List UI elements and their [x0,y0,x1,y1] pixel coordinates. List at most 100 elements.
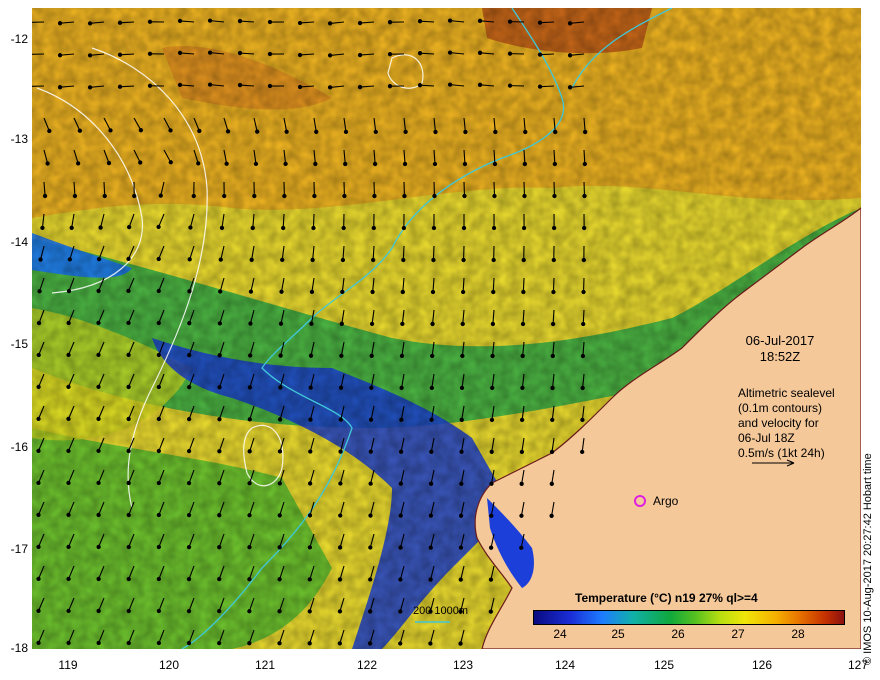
velocity-arrowhead [308,353,314,358]
velocity-arrowhead [237,18,243,24]
velocity-arrowhead [417,83,423,88]
velocity-arrowhead [158,193,163,198]
velocity-arrowhead [36,544,41,550]
date-label: 06-Jul-2017 [745,333,815,348]
velocity-arrowhead [458,545,464,550]
velocity-arrowhead [519,545,524,550]
velocity-arrowhead [337,641,342,646]
velocity-arrowhead [247,609,252,614]
velocity-arrowhead [477,18,483,23]
velocity-arrowhead [217,321,223,326]
velocity-arrowhead [126,320,131,326]
velocity-arrowhead [581,257,586,263]
velocity-arrowhead [342,193,347,199]
velocity-arrowhead [102,193,107,199]
velocity-arrowhead [311,225,316,231]
lon-label: 121 [254,658,276,672]
velocity-arrowhead [217,417,222,422]
velocity-arrowhead [66,640,71,646]
velocity-arrowhead [308,417,313,422]
velocity-arrowhead [138,160,143,165]
velocity-arrowhead [461,225,467,231]
velocity-arrowhead [343,129,349,135]
velocity-arrowhead [567,85,573,90]
lon-label: 124 [554,658,576,672]
velocity-arrowhead [337,545,343,550]
velocity-arrowhead [217,513,222,518]
velocity-arrowhead [217,577,222,582]
lon-label: 120 [158,658,180,672]
velocity-arrowhead [280,257,285,263]
velocity-arrowhead [337,609,343,614]
velocity-arrowhead [72,193,78,199]
velocity-arrowhead [191,193,196,199]
velocity-arrowhead [307,545,313,550]
velocity-arrowhead [489,513,494,518]
velocity-arrowhead [126,416,131,422]
velocity-arrowhead [551,289,556,295]
velocity-arrowhead [279,289,284,294]
velocity-arrowhead [520,353,525,359]
velocity-arrowhead [403,129,408,135]
velocity-arrowhead [340,289,345,295]
lat-label: -18 [10,641,28,655]
velocity-arrowhead [217,385,222,390]
velocity-arrowhead [459,481,464,486]
velocity-arrowhead [523,129,528,135]
velocity-arrowhead [237,50,243,56]
credit-text: © IMOS 10-Aug-2017 20:27:42 Hobart time [862,453,874,665]
sst-map[interactable] [32,8,861,649]
velocity-arrowhead [156,256,161,262]
velocity-arrowhead [217,608,222,614]
velocity-arrowhead [433,129,438,135]
lon-label: 122 [356,658,378,672]
velocity-arrowhead [217,640,222,646]
velocity-arrowhead [281,225,286,231]
velocity-arrowhead [197,128,202,134]
velocity-arrowhead [459,385,465,391]
velocity-arrowhead [247,385,253,390]
velocity-arrowhead [567,53,573,58]
velocity-arrowhead [307,481,313,486]
velocity-arrowhead [96,256,102,262]
velocity-arrowhead [327,53,333,58]
velocity-arrowhead [282,193,287,199]
velocity-arrowhead [458,513,464,518]
velocity-arrowhead [463,129,468,135]
velocity-arrowhead [187,321,192,326]
velocity-arrowhead [338,513,343,518]
legend-text-4: 06-Jul 18Z [738,431,795,445]
velocity-arrowhead [156,512,162,518]
lat-label: -12 [10,32,28,46]
velocity-arrowhead [75,161,81,166]
velocity-arrowhead [491,225,497,231]
velocity-arrowhead [126,288,131,294]
velocity-arrowhead [490,385,495,391]
velocity-arrowhead [582,225,587,231]
velocity-arrowhead [138,128,144,133]
depth-contours-label: 200 1000m [413,605,469,617]
velocity-arrowhead [491,289,496,295]
velocity-arrowhead [247,545,252,550]
velocity-arrowhead [36,384,41,390]
velocity-arrowhead [42,193,48,199]
velocity-arrowhead [168,128,173,133]
velocity-arrowhead [186,608,192,614]
velocity-arrowhead [432,193,437,199]
velocity-arrowhead [447,18,453,23]
velocity-arrowhead [156,640,162,646]
velocity-arrowhead [492,193,497,199]
velocity-arrowhead [297,52,303,58]
velocity-arrowhead [224,161,229,166]
velocity-arrowhead [399,353,405,359]
velocity-arrowhead [537,84,543,89]
velocity-arrowhead [310,257,315,263]
velocity-arrowhead [550,417,555,423]
velocity-arrowhead [277,609,282,614]
velocity-arrowhead [187,384,192,390]
velocity-arrowhead [277,481,283,486]
velocity-arrowhead [367,609,373,614]
velocity-arrowhead [186,576,192,582]
velocity-arrowhead [369,321,375,327]
velocity-arrowhead [338,481,343,486]
